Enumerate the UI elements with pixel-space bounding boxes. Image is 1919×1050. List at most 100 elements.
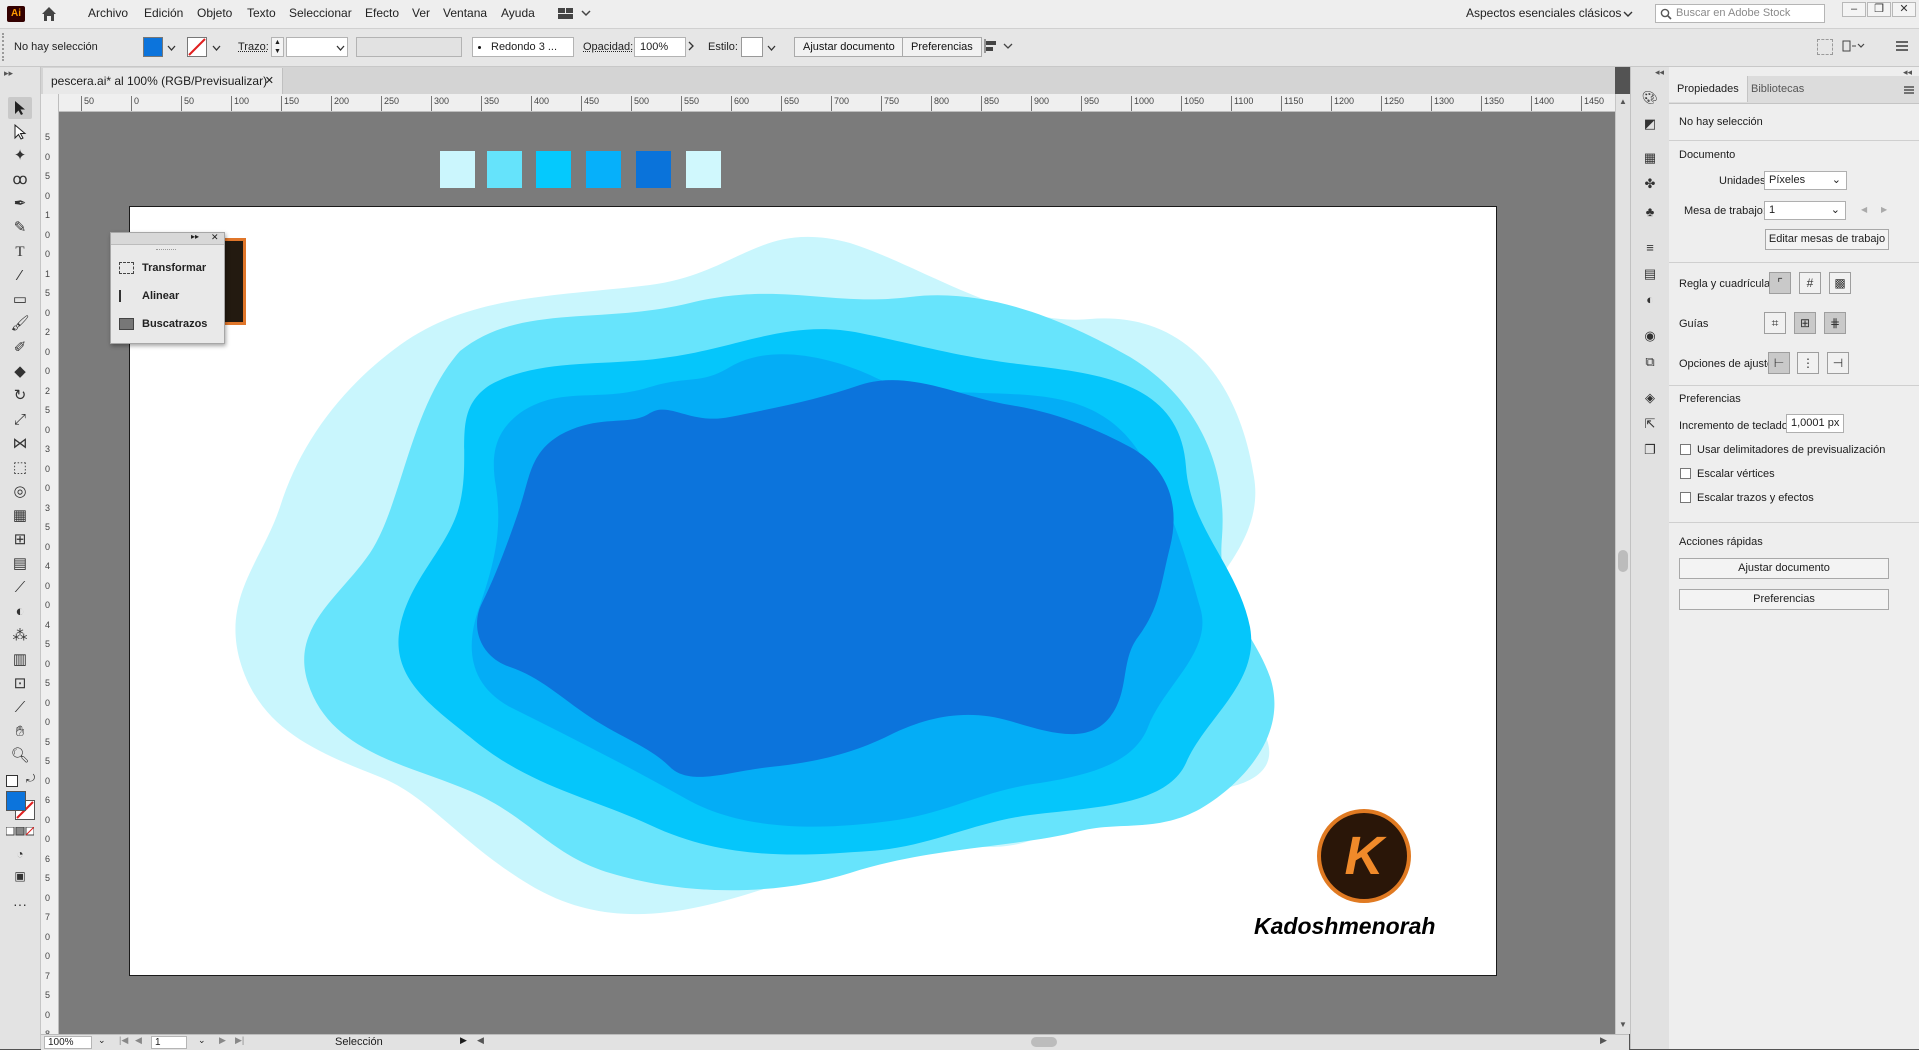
horizontal-scroll-thumb[interactable] xyxy=(1031,1037,1057,1047)
first-artboard-icon[interactable]: |◀ xyxy=(119,1035,128,1046)
type-tool[interactable]: T xyxy=(8,241,32,263)
shape-builder-tool[interactable]: ◎ xyxy=(8,481,32,503)
fill-color-box[interactable] xyxy=(6,791,26,811)
menu-texto[interactable]: Texto xyxy=(247,6,276,20)
line-tool[interactable]: ⁄ xyxy=(8,265,32,287)
scale-corners-checkbox[interactable] xyxy=(1680,468,1691,479)
color-swatch-6[interactable] xyxy=(686,151,721,188)
artboard-number-field[interactable]: 1 xyxy=(151,1036,187,1049)
scale-strokes-checkbox[interactable] xyxy=(1680,492,1691,503)
paintbrush-tool[interactable]: 🖌︎ xyxy=(8,313,32,335)
artboard-tool[interactable]: ⊡ xyxy=(8,673,32,695)
minimize-button[interactable]: – xyxy=(1842,2,1866,17)
menu-ventana[interactable]: Ventana xyxy=(443,6,487,20)
artboard[interactable]: K Kadoshmenorah xyxy=(129,206,1497,976)
symbol-sprayer-tool[interactable]: ⁂ xyxy=(8,625,32,647)
artboard-select[interactable]: 1 ⌄ xyxy=(1764,201,1846,220)
graphic-styles-icon[interactable]: ⧉ xyxy=(1640,353,1660,371)
stroke-stepper[interactable]: ▲ ▼ xyxy=(271,37,284,57)
zoom-field[interactable]: 100% xyxy=(44,1036,92,1049)
transparency-grid-icon[interactable]: ▩ xyxy=(1829,272,1851,294)
mesh-tool[interactable]: ⊞ xyxy=(8,529,32,551)
rectangle-tool[interactable]: ▭ xyxy=(8,289,32,311)
stroke-none-swatch[interactable] xyxy=(187,37,207,57)
menu-ver[interactable]: Ver xyxy=(412,6,430,20)
snap-to-point-icon[interactable]: ⊢ xyxy=(1768,352,1790,374)
color-swatch-4[interactable] xyxy=(586,151,621,188)
appearance-panel-icon[interactable]: ◉ xyxy=(1640,327,1660,345)
transparency-panel-icon[interactable]: ◐ xyxy=(1640,291,1660,309)
quick-preferences-button[interactable]: Preferencias xyxy=(1679,589,1889,610)
direct-selection-tool[interactable] xyxy=(8,121,32,143)
color-panel-icon[interactable]: 🎨︎ xyxy=(1640,89,1660,107)
close-panel-icon[interactable]: ✕ xyxy=(211,232,219,243)
restore-button[interactable]: ❐ xyxy=(1867,2,1891,17)
rulers-toggle-icon[interactable]: ⌜ xyxy=(1769,272,1791,294)
tab-libraries[interactable]: Bibliotecas xyxy=(1743,76,1812,102)
chevron-down-icon[interactable] xyxy=(212,43,221,55)
scroll-right-icon[interactable]: ▶ xyxy=(1600,1035,1607,1046)
magic-wand-tool[interactable]: ✦ xyxy=(8,145,32,167)
screen-mode-icon[interactable]: ▣ xyxy=(8,865,32,887)
selection-tool[interactable] xyxy=(8,97,32,119)
hand-tool[interactable]: ✋︎ xyxy=(8,721,32,743)
blend-tool[interactable]: ◐ xyxy=(8,601,32,623)
transform-options-icon[interactable] xyxy=(1842,38,1866,57)
horizontal-ruler[interactable]: 50 0 50 100 150 200 250 300 350 400 450 500 550 600 65… xyxy=(59,94,1615,112)
brushes-panel-icon[interactable]: ✤ xyxy=(1640,175,1660,193)
pond-artwork[interactable] xyxy=(130,207,1496,975)
gradient-panel-icon[interactable]: ▤ xyxy=(1640,265,1660,283)
column-graph-tool[interactable]: ▥ xyxy=(8,649,32,671)
opacity-input[interactable]: 100% xyxy=(634,37,686,57)
width-tool[interactable]: ⋈ xyxy=(8,433,32,455)
perspective-grid-tool[interactable]: ▦ xyxy=(8,505,32,527)
variable-width-profile[interactable] xyxy=(356,37,462,57)
more-tools-icon[interactable]: ··· xyxy=(8,893,32,915)
grid-toggle-icon[interactable]: # xyxy=(1799,272,1821,294)
keyboard-increment-input[interactable]: 1,0001 px xyxy=(1786,414,1844,433)
workspace-switcher[interactable]: Aspectos esenciales clásicos xyxy=(1466,6,1621,20)
menu-edicion[interactable]: Edición xyxy=(144,6,183,20)
panel-item-transformar[interactable]: Transformar xyxy=(119,257,206,279)
default-colors-icon[interactable] xyxy=(6,775,18,787)
artboards-panel-icon[interactable]: ❐ xyxy=(1640,441,1660,459)
snap-to-grid-icon[interactable]: ⊣ xyxy=(1827,352,1849,374)
color-swatch-3[interactable] xyxy=(536,151,571,188)
collapse-panels-icon[interactable]: ◂◂ xyxy=(1655,67,1664,78)
color-guide-icon[interactable]: ◩ xyxy=(1640,115,1660,133)
panel-item-buscatrazos[interactable]: Buscatrazos xyxy=(119,313,207,335)
vertical-scroll-thumb[interactable] xyxy=(1618,550,1628,572)
vertical-scrollbar[interactable]: ▲ ▼ xyxy=(1615,94,1630,1034)
scroll-left-icon[interactable]: ◀ xyxy=(477,1035,484,1046)
chevron-down-icon[interactable] xyxy=(336,43,345,55)
scale-tool[interactable]: ⤢ xyxy=(8,409,32,431)
tab-properties[interactable]: Propiedades xyxy=(1669,76,1748,102)
collapse-panel-icon[interactable]: ▸▸ xyxy=(4,68,13,79)
show-guides-icon[interactable]: ⌗ xyxy=(1764,312,1786,334)
swatches-panel-icon[interactable]: ▦ xyxy=(1640,149,1660,167)
shaper-tool[interactable]: ✐ xyxy=(8,337,32,359)
chevron-down-icon[interactable]: ⌄ xyxy=(98,1035,106,1046)
snap-to-pixel-icon[interactable]: ⋮ xyxy=(1797,352,1819,374)
vertical-ruler[interactable]: 5 0 5 0 1 0 0 1 5 0 2 0 0 2 5 0 3 0 0 3 5 0 4 0 0 4 5 0 5 0 0 5 5 0 6 0 0 6 5 0… xyxy=(41,94,59,1034)
asset-export-icon[interactable]: ⇱ xyxy=(1640,415,1660,433)
zoom-tool[interactable]: 🔍︎ xyxy=(8,745,32,767)
fill-color-swatch[interactable] xyxy=(143,37,163,57)
edit-artboards-button[interactable]: Editar mesas de trabajo xyxy=(1765,229,1889,250)
align-options-icon[interactable] xyxy=(984,38,1014,57)
menu-objeto[interactable]: Objeto xyxy=(197,6,232,20)
chevron-down-icon[interactable]: ⌄ xyxy=(198,1035,206,1046)
lock-guides-icon[interactable]: ⊞ xyxy=(1794,312,1816,334)
symbols-panel-icon[interactable]: ♣ xyxy=(1640,203,1660,221)
smart-guides-icon[interactable]: ⋕ xyxy=(1824,312,1846,334)
status-menu-icon[interactable]: ▶ xyxy=(460,1035,467,1046)
chevron-right-icon[interactable] xyxy=(688,41,695,54)
fit-document-button[interactable]: Ajustar documento xyxy=(794,37,904,57)
pen-tool[interactable]: ✒ xyxy=(8,193,32,215)
preview-bounds-checkbox[interactable] xyxy=(1680,444,1691,455)
gradient-tool[interactable]: ▤ xyxy=(8,553,32,575)
color-swatch-2[interactable] xyxy=(487,151,522,188)
prev-artboard-icon[interactable]: ◀ xyxy=(135,1035,142,1046)
next-artboard-icon[interactable]: ▶ xyxy=(1881,205,1887,214)
color-mode-icon[interactable] xyxy=(6,827,34,836)
